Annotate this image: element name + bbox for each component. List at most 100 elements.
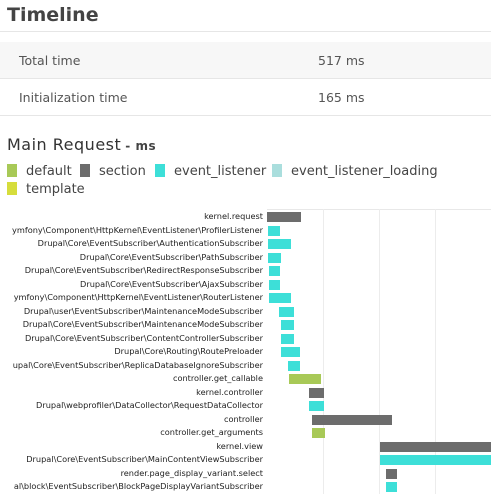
timeline-bar[interactable] [311, 414, 392, 425]
timeline-row[interactable]: Drupal\Core\EventSubscriber\Authenticati… [0, 237, 491, 251]
timeline-track [267, 305, 491, 319]
timeline-bar[interactable] [281, 320, 295, 330]
summary-divider [0, 115, 491, 116]
timeline-row-label: Drupal\Core\EventSubscriber\Authenticati… [37, 238, 263, 248]
timeline-bar[interactable] [269, 293, 291, 303]
timeline-bar[interactable] [281, 333, 294, 344]
legend-swatch [7, 164, 17, 177]
timeline-row[interactable]: Drupal\webprofiler\DataCollector\Request… [0, 399, 491, 413]
legend-item-event-listener-loading[interactable]: event_listener_loading [272, 164, 438, 180]
timeline-row[interactable]: kernel.view [0, 440, 491, 454]
timeline-track [267, 224, 491, 238]
timeline-row-label: Drupal\Core\EventSubscriber\MainContentV… [26, 454, 263, 464]
legend-label: event_listener [174, 164, 267, 179]
timeline-row[interactable]: render.page_display_variant.select [0, 467, 491, 481]
timeline-bar[interactable] [380, 441, 491, 452]
timeline-track [267, 399, 491, 413]
timeline-row[interactable]: Drupal\Core\Routing\RoutePreloader [0, 345, 491, 359]
timeline-track [267, 467, 491, 481]
legend-swatch [7, 182, 17, 195]
timeline-bar[interactable] [279, 306, 294, 317]
legend-item-event-listener[interactable]: event_listener [155, 164, 266, 180]
section-unit: - ms [125, 139, 157, 153]
timeline-track [267, 440, 491, 454]
timeline-row[interactable]: ymfony\Component\HttpKernel\EventListene… [0, 291, 491, 305]
timeline-bar[interactable] [385, 482, 397, 492]
timeline-row[interactable]: Drupal\Core\EventSubscriber\ContentContr… [0, 332, 491, 346]
timeline-row[interactable]: controller.get_arguments [0, 426, 491, 440]
timeline-row-label: controller.get_arguments [160, 427, 263, 437]
timeline-track [267, 251, 491, 265]
timeline-track [267, 278, 491, 292]
timeline-bar[interactable] [311, 428, 325, 438]
legend-label: template [26, 182, 85, 197]
timeline-track [267, 332, 491, 346]
timeline-bar[interactable] [267, 239, 291, 249]
timeline-row-label: controller.get_callable [172, 373, 263, 383]
timeline-chart: kernel.request ymfony\Component\HttpKerne… [0, 209, 491, 494]
timeline-row-label: Drupal\Core\EventSubscriber\AjaxSubscrib… [80, 278, 263, 289]
timeline-row[interactable]: Drupal\user\EventSubscriber\MaintenanceM… [0, 305, 491, 319]
timeline-row-label: al\block\EventSubscriber\BlockPageDispla… [13, 481, 263, 491]
timeline-row[interactable]: Drupal\Core\EventSubscriber\AjaxSubscrib… [0, 278, 491, 292]
timeline-track [267, 386, 491, 400]
summary-value: 517 ms [318, 53, 365, 68]
timeline-row-label: Drupal\user\EventSubscriber\MaintenanceM… [23, 305, 263, 316]
timeline-row[interactable]: al\block\EventSubscriber\BlockPageDispla… [0, 480, 491, 494]
timeline-track [267, 480, 491, 494]
timeline-row-label: Drupal\Core\Routing\RoutePreloader [114, 346, 263, 356]
timeline-row[interactable]: ymfony\Component\HttpKernel\EventListene… [0, 224, 491, 238]
legend: default section event_listener event_lis… [7, 164, 487, 204]
timeline-track [267, 318, 491, 332]
timeline-bar[interactable] [309, 387, 325, 398]
timeline-bar[interactable] [267, 252, 281, 263]
timeline-row-label: Drupal\Core\EventSubscriber\MaintenanceM… [22, 319, 263, 329]
timeline-row[interactable]: Drupal\Core\EventSubscriber\PathSubscrib… [0, 251, 491, 265]
timeline-row-label: Drupal\Core\EventSubscriber\ContentContr… [24, 332, 263, 343]
timeline-track [267, 359, 491, 373]
timeline-row[interactable]: Drupal\Core\EventSubscriber\RedirectResp… [0, 264, 491, 278]
legend-swatch [80, 164, 90, 177]
timeline-row-label: kernel.controller [196, 386, 263, 397]
timeline-bar[interactable] [267, 225, 281, 236]
timeline-row[interactable]: controller.get_callable [0, 372, 491, 386]
timeline-row[interactable]: kernel.controller [0, 386, 491, 400]
timeline-row-label: kernel.view [216, 440, 263, 451]
legend-item-template[interactable]: template [7, 182, 85, 198]
timeline-row[interactable]: Drupal\Core\EventSubscriber\MaintenanceM… [0, 318, 491, 332]
timeline-track [267, 453, 491, 467]
timeline-row-label: kernel.request [204, 211, 263, 221]
timeline-row-label: Drupal\Core\EventSubscriber\RedirectResp… [24, 265, 263, 275]
timeline-bar[interactable] [288, 360, 301, 371]
timeline-row[interactable]: upal\Core\EventSubscriber\ReplicaDatabas… [0, 359, 491, 373]
legend-swatch [272, 164, 282, 177]
timeline-bar[interactable] [269, 266, 281, 276]
legend-item-default[interactable]: default [7, 164, 72, 180]
timeline-track [267, 237, 491, 251]
summary-row-initialization-time: Initialization time 165 ms [0, 79, 491, 115]
timeline-row-label: upal\Core\EventSubscriber\ReplicaDatabas… [12, 359, 263, 370]
timeline-row[interactable]: kernel.request [0, 210, 491, 224]
timeline-bar[interactable] [380, 455, 491, 465]
timeline-bar[interactable] [281, 347, 301, 357]
timeline-track [267, 426, 491, 440]
timeline-row[interactable]: Drupal\Core\EventSubscriber\MainContentV… [0, 453, 491, 467]
section-title-text: Main Request [7, 135, 122, 154]
timeline-row-label: ymfony\Component\HttpKernel\EventListene… [12, 224, 263, 235]
timeline-bar[interactable] [289, 374, 321, 384]
page-title: Timeline [7, 4, 99, 26]
timeline-bar[interactable] [267, 212, 302, 222]
legend-item-section[interactable]: section [80, 164, 146, 180]
legend-label: event_listener_loading [291, 164, 438, 179]
summary-value: 165 ms [318, 90, 365, 105]
timeline-track [267, 345, 491, 359]
timeline-row-label: ymfony\Component\HttpKernel\EventListene… [13, 292, 263, 302]
timeline-bar[interactable] [269, 279, 281, 290]
timeline-bar[interactable] [385, 468, 397, 479]
timeline-row-label: controller [223, 413, 263, 424]
timeline-row-label: Drupal\webprofiler\DataCollector\Request… [36, 400, 263, 410]
timeline-row-label: render.page_display_variant.select [120, 467, 263, 478]
timeline-bar[interactable] [309, 401, 325, 411]
timeline-row[interactable]: controller [0, 413, 491, 427]
section-title: Main Request - ms [7, 135, 156, 154]
